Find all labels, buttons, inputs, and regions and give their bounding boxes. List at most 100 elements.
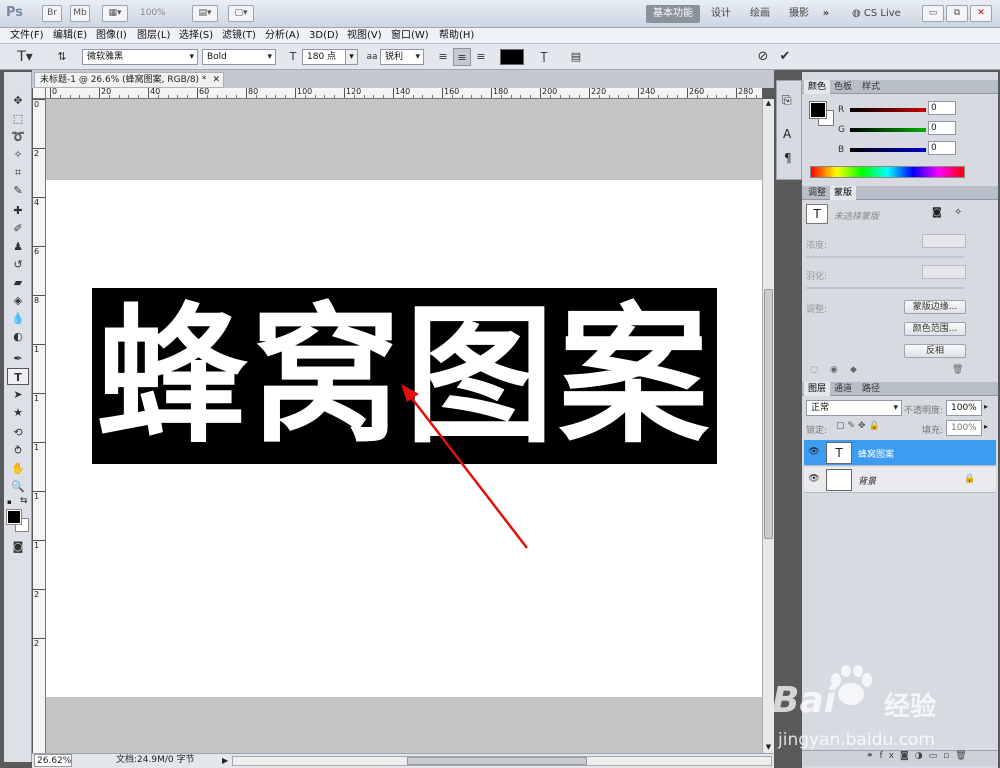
paragraph-panel-icon[interactable]: ¶	[784, 151, 792, 165]
clone-stamp-icon[interactable]: ♟	[7, 238, 29, 255]
channel-b-value[interactable]: 0	[928, 141, 956, 155]
mini-bridge-icon[interactable]: Mb	[70, 5, 90, 22]
align-right-icon[interactable]: ≡	[472, 48, 490, 66]
lock-icons[interactable]: ▢✎✥🔒	[836, 421, 883, 431]
opacity-field[interactable]: 100%	[946, 400, 982, 416]
tab-paths[interactable]: 路径	[858, 382, 884, 396]
load-selection-icon[interactable]: ◌	[810, 365, 818, 375]
horizontal-scrollbar[interactable]	[232, 756, 772, 766]
mask-visibility-icon[interactable]: ◉	[830, 365, 838, 375]
menu-select[interactable]: 选择(S)	[179, 28, 213, 44]
workspace-painting[interactable]: 绘画	[742, 5, 778, 23]
layer-row-text[interactable]: 👁 T 蜂窝图案	[804, 440, 996, 466]
tab-color[interactable]: 颜色	[804, 80, 831, 94]
minimize-icon[interactable]: ▭	[922, 5, 944, 22]
type-tool-icon[interactable]: T	[7, 368, 29, 385]
menu-window[interactable]: 窗口(W)	[391, 28, 429, 44]
brush-tool-icon[interactable]: ✐	[7, 220, 29, 237]
channel-g-value[interactable]: 0	[928, 121, 956, 135]
menu-3d[interactable]: 3D(D)	[309, 28, 339, 44]
tab-channels[interactable]: 通道	[830, 382, 856, 396]
invert-button[interactable]: 反相	[904, 344, 966, 358]
horizontal-ruler[interactable]: 0 20 40 60 80 100 120 140 160 180 200 220 240 260 280	[46, 88, 762, 99]
layer-name[interactable]: 背景	[858, 474, 876, 487]
foreground-color[interactable]	[6, 509, 22, 525]
swap-colors-icon[interactable]: ⇆	[20, 496, 28, 506]
shape-tool-icon[interactable]: ★	[7, 404, 29, 421]
add-mask-icon[interactable]: ◙	[900, 751, 915, 761]
menu-edit[interactable]: 编辑(E)	[53, 28, 87, 44]
menu-file[interactable]: 文件(F)	[10, 28, 44, 44]
font-size-dropdown-icon[interactable]: ▾	[345, 50, 357, 64]
quick-select-icon[interactable]: ✧	[7, 146, 29, 163]
tab-styles[interactable]: 样式	[858, 80, 884, 94]
opacity-arrow-icon[interactable]: ▸	[984, 402, 988, 411]
fill-field[interactable]: 100%	[946, 420, 982, 436]
font-family-select[interactable]: 微软雅黑	[82, 49, 198, 65]
menu-view[interactable]: 视图(V)	[347, 28, 382, 44]
character-panel-icon[interactable]: A	[783, 127, 791, 141]
fx-icon[interactable]: fx	[880, 751, 901, 761]
workspace-design[interactable]: 设计	[704, 5, 738, 23]
warp-text-icon[interactable]: Ţ	[534, 48, 554, 66]
color-fg-swatch[interactable]	[809, 101, 827, 119]
font-style-select[interactable]: Bold	[202, 49, 276, 65]
ruler-origin[interactable]	[33, 88, 46, 99]
color-range-button[interactable]: 颜色范围...	[904, 322, 966, 336]
layer-name[interactable]: 蜂窝图案	[858, 447, 894, 460]
pixel-mask-icon[interactable]: ◙	[932, 207, 942, 218]
more-workspaces-button[interactable]: »	[818, 5, 834, 23]
cs-live-button[interactable]: ◍ CS Live	[852, 5, 912, 23]
apply-mask-icon[interactable]: ◆	[850, 365, 857, 375]
commit-icon[interactable]: ✔	[776, 48, 794, 66]
blend-mode-select[interactable]: 正常	[806, 400, 902, 416]
channel-r-slider[interactable]	[850, 108, 926, 112]
adjustment-icon[interactable]: ◑	[915, 751, 929, 761]
status-menu-icon[interactable]: ▶	[222, 754, 228, 767]
scroll-thumb[interactable]	[764, 289, 773, 539]
dodge-tool-icon[interactable]: ◐	[7, 328, 29, 345]
paint-bucket-icon[interactable]: ◈	[7, 292, 29, 309]
tab-adjustments[interactable]: 调整	[804, 186, 830, 200]
3d-rotate-icon[interactable]: ⟲	[7, 424, 29, 441]
eyedropper-icon[interactable]: ✎	[7, 182, 29, 199]
align-center-icon[interactable]: ≡	[453, 48, 471, 66]
channel-b-slider[interactable]	[850, 148, 926, 152]
feather-slider[interactable]	[806, 287, 964, 289]
menu-analysis[interactable]: 分析(A)	[265, 28, 300, 44]
vertical-scrollbar[interactable]: ▲ ▼	[762, 99, 774, 753]
toggle-orientation-icon[interactable]: ⇅	[52, 48, 72, 66]
scroll-up-icon[interactable]: ▲	[764, 99, 773, 109]
layer-visibility-icon[interactable]: 👁	[808, 474, 820, 484]
new-group-icon[interactable]: ▭	[929, 751, 944, 761]
menu-filter[interactable]: 滤镜(T)	[222, 28, 256, 44]
restore-icon[interactable]: ⧉	[946, 5, 968, 22]
path-select-icon[interactable]: ➤	[7, 386, 29, 403]
3d-orbit-icon[interactable]: ⥁	[7, 442, 29, 459]
feather-field[interactable]	[922, 265, 966, 279]
healing-brush-icon[interactable]: ✚	[7, 202, 29, 219]
crop-tool-icon[interactable]: ⌗	[7, 164, 29, 181]
close-icon[interactable]: ✕	[970, 5, 992, 22]
menu-layer[interactable]: 图层(L)	[137, 28, 170, 44]
text-color-swatch[interactable]	[500, 49, 524, 65]
color-spectrum[interactable]	[810, 166, 965, 178]
layer-row-background[interactable]: 👁 背景 🔒	[804, 467, 996, 493]
density-field[interactable]	[922, 234, 966, 248]
antialias-select[interactable]: 锐利	[380, 49, 424, 65]
workspace-photography[interactable]: 摄影	[782, 5, 816, 23]
tab-masks[interactable]: 蒙版	[830, 186, 857, 200]
blur-tool-icon[interactable]: 💧	[7, 310, 29, 327]
character-panel-icon[interactable]: ▤	[566, 48, 586, 66]
menu-image[interactable]: 图像(I)	[96, 28, 127, 44]
font-size-field[interactable]: 180 点 ▾	[302, 49, 358, 65]
zoom-field[interactable]: 26.62%	[34, 754, 72, 767]
menu-help[interactable]: 帮助(H)	[439, 28, 474, 44]
history-panel-icon[interactable]: ⎘	[782, 93, 792, 108]
eraser-icon[interactable]: ▰	[7, 274, 29, 291]
mask-edge-button[interactable]: 蒙版边缘...	[904, 300, 966, 314]
fill-arrow-icon[interactable]: ▸	[984, 422, 988, 431]
quick-mask-icon[interactable]: ◙	[7, 538, 29, 555]
delete-layer-icon[interactable]: 🗑	[955, 751, 972, 761]
zoom-select[interactable]: 100%	[140, 8, 166, 18]
